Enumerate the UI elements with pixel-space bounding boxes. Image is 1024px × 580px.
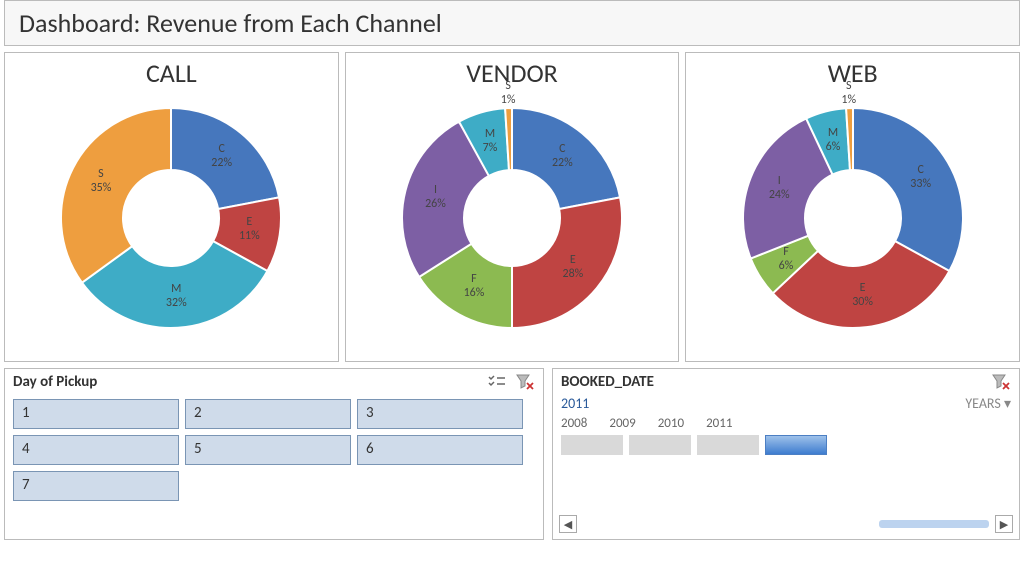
timeline-cell-2009[interactable] bbox=[629, 435, 691, 455]
timeline-year-label: 2009 bbox=[609, 416, 635, 431]
timeline-selection-label: 2011 bbox=[561, 395, 589, 412]
slicer-item-day-4[interactable]: 4 bbox=[13, 435, 179, 465]
slicer-title: BOOKED_DATE bbox=[561, 373, 654, 391]
chart-title: VENDOR bbox=[466, 57, 558, 89]
timeline-scrollbar-thumb[interactable] bbox=[879, 520, 989, 528]
chart-web: WEBC33%E30%F6%I24%M6%S1% bbox=[685, 52, 1020, 362]
slicer-item-day-6[interactable]: 6 bbox=[357, 435, 523, 465]
timeline-scroll-left[interactable]: ◀ bbox=[559, 515, 577, 533]
slicer-item-day-7[interactable]: 7 bbox=[13, 471, 179, 501]
slice-C[interactable] bbox=[171, 108, 279, 209]
page-title: Dashboard: Revenue from Each Channel bbox=[4, 0, 1020, 46]
chart-vendor: VENDORC22%E28%F16%I26%M7%S1% bbox=[345, 52, 680, 362]
slice-C[interactable] bbox=[512, 108, 620, 209]
slicer-item-day-1[interactable]: 1 bbox=[13, 399, 179, 429]
slice-E[interactable] bbox=[512, 197, 622, 328]
multiselect-icon[interactable] bbox=[487, 373, 507, 391]
slicer-item-day-5[interactable]: 5 bbox=[185, 435, 351, 465]
timeline-year-label: 2008 bbox=[561, 416, 587, 431]
clear-filter-icon[interactable] bbox=[515, 373, 535, 391]
clear-filter-icon[interactable] bbox=[991, 373, 1011, 391]
timeline-level-dropdown[interactable]: YEARS ▾ bbox=[965, 395, 1011, 412]
slicer-day-of-pickup: Day of Pickup 123 456 7 bbox=[4, 368, 544, 540]
timeline-scroll-right[interactable]: ▶ bbox=[995, 515, 1013, 533]
timeline-cell-2008[interactable] bbox=[561, 435, 623, 455]
slice-C[interactable] bbox=[853, 108, 963, 271]
timeline-year-label: 2010 bbox=[658, 416, 684, 431]
timeline-cell-2010[interactable] bbox=[697, 435, 759, 455]
slicer-item-day-3[interactable]: 3 bbox=[357, 399, 523, 429]
chart-title: CALL bbox=[146, 57, 197, 89]
slicer-booked-date: BOOKED_DATE 2011 YEARS ▾ 2008 2009 2010 201… bbox=[552, 368, 1020, 540]
slice-S[interactable] bbox=[61, 108, 171, 283]
slicer-item-day-2[interactable]: 2 bbox=[185, 399, 351, 429]
chart-call: CALLC22%E11%M32%S35% bbox=[4, 52, 339, 362]
timeline-cell-2011[interactable] bbox=[765, 435, 827, 455]
slicer-title: Day of Pickup bbox=[13, 373, 97, 391]
chart-title: WEB bbox=[828, 57, 878, 89]
timeline-year-label: 2011 bbox=[706, 416, 732, 431]
